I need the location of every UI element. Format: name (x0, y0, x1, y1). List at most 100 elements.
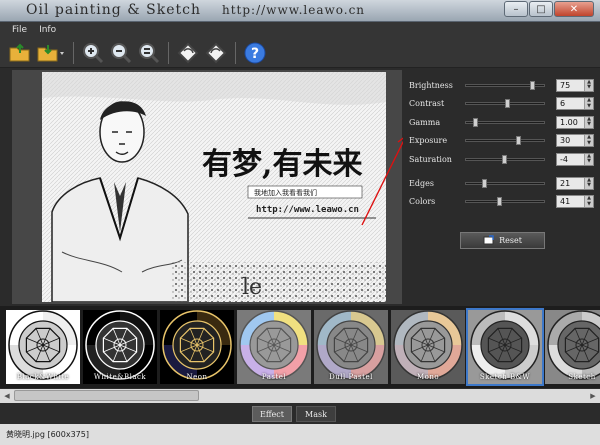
stepper-arrows-icon[interactable]: ▲ ▼ (584, 134, 593, 146)
effect-label: Dull Pastel (329, 373, 373, 381)
value-stepper-exposure[interactable]: 30 ▲ ▼ (556, 134, 594, 147)
window-title-url: http://www.leawo.cn (222, 3, 366, 17)
slider-label: Gamma (409, 117, 441, 127)
toolbar-separator (73, 41, 74, 64)
sketch-preview-image: le 有梦,有未来 我地加入我看看我们 http://www.leawo.cn (42, 72, 386, 302)
value-stepper-gamma[interactable]: 1.00 ▲ ▼ (556, 115, 594, 129)
stepper-arrows-icon[interactable]: ▲ ▼ (584, 79, 593, 91)
toolbar: ? (0, 38, 600, 68)
status-bar: 黄晓明.jpg [600x375] (0, 424, 600, 445)
stepper-value: 21 (560, 178, 571, 188)
rotate-left-icon[interactable] (176, 41, 200, 65)
effect-label: Pastel (261, 373, 287, 381)
image-url: http://www.leawo.cn (256, 205, 359, 215)
open-folder-icon[interactable] (8, 41, 32, 65)
adjustment-panel: Brightness 75 ▲ ▼ Contrast 6 ▲ ▼ Gamma 1.00 ▲ ▼ Expo… (403, 70, 600, 304)
slider-track-saturation[interactable] (465, 154, 545, 164)
stepper-arrows-icon[interactable]: ▲ ▼ (584, 116, 593, 128)
scroll-right-icon[interactable]: ▶ (587, 390, 599, 402)
value-stepper-saturation[interactable]: -4 ▲ ▼ (556, 152, 594, 166)
effect-label: White&Black (93, 373, 147, 381)
effect-label: Sketch B&W (479, 373, 531, 381)
slider-track-colors[interactable] (465, 197, 545, 206)
effect-thumbnail[interactable]: Black&White (6, 310, 80, 384)
reset-icon (483, 234, 495, 247)
slider-label: Saturation (409, 154, 452, 164)
slider-row-colors: Colors 41 ▲ ▼ (409, 195, 594, 209)
slider-track-contrast[interactable] (465, 99, 545, 108)
toolbar-separator (235, 41, 236, 64)
stepper-arrows-icon[interactable]: ▲ ▼ (584, 97, 593, 109)
stepper-arrows-icon[interactable]: ▲ ▼ (584, 195, 593, 207)
tab-bar: Effect Mask (0, 404, 600, 424)
slider-label: Contrast (409, 99, 445, 108)
value-stepper-colors[interactable]: 41 ▲ ▼ (556, 195, 594, 208)
menu-info[interactable]: Info (39, 25, 56, 35)
zoom-in-icon[interactable] (81, 41, 105, 65)
effect-label: Mono (416, 373, 440, 381)
slider-row-gamma: Gamma 1.00 ▲ ▼ (409, 115, 594, 129)
effect-label: Sketch (568, 373, 596, 381)
scroll-left-icon[interactable]: ◀ (1, 390, 13, 402)
image-subline: 我地加入我看看我们 (254, 188, 317, 197)
zoom-out-icon[interactable] (109, 41, 133, 65)
minimize-button[interactable]: – (504, 1, 528, 17)
stepper-value: 41 (560, 197, 571, 206)
slider-label: Edges (409, 178, 434, 188)
slider-label: Exposure (409, 136, 448, 145)
horizontal-scrollbar[interactable]: ◀ ▶ (0, 389, 600, 403)
effect-thumbnail[interactable]: Mono (391, 310, 465, 384)
close-button[interactable]: ✕ (554, 1, 594, 17)
slider-thumb[interactable] (529, 80, 535, 90)
menu-file[interactable]: File (12, 25, 27, 35)
maximize-button[interactable]: □ (529, 1, 553, 17)
slider-thumb[interactable] (516, 136, 522, 145)
window-title: Oil painting & Sketch (26, 2, 201, 18)
status-text: 黄晓明.jpg [600x375] (6, 430, 89, 439)
image-canvas[interactable]: le 有梦,有未来 我地加入我看看我们 http://www.leawo.cn (12, 70, 407, 304)
effect-thumbnail[interactable]: Sketch (545, 310, 600, 384)
save-icon[interactable] (36, 41, 66, 65)
effect-thumbnail-strip: Black&White White&Black Neon Pastel Dull Pas… (0, 306, 600, 388)
stepper-arrows-icon[interactable]: ▲ ▼ (584, 177, 593, 189)
slider-thumb[interactable] (473, 117, 479, 127)
image-headline: 有梦,有未来 (202, 147, 362, 182)
slider-row-saturation: Saturation -4 ▲ ▼ (409, 152, 594, 166)
tab-mask[interactable]: Mask (296, 406, 336, 422)
effect-thumbnail[interactable]: Pastel (237, 310, 311, 384)
slider-thumb[interactable] (501, 154, 507, 164)
slider-row-contrast: Contrast 6 ▲ ▼ (409, 97, 594, 111)
stepper-value: 6 (560, 99, 566, 108)
effect-thumbnail[interactable]: Dull Pastel (314, 310, 388, 384)
slider-track-exposure[interactable] (465, 136, 545, 145)
stepper-value: 75 (560, 80, 571, 90)
help-icon[interactable]: ? (243, 41, 267, 65)
slider-track-gamma[interactable] (465, 117, 545, 127)
slider-thumb[interactable] (505, 99, 511, 108)
slider-track-brightness[interactable] (465, 80, 545, 90)
title-bar: Oil painting & Sketch http://www.leawo.c… (0, 0, 600, 22)
stepper-value: 30 (560, 136, 571, 145)
effect-thumbnail[interactable]: White&Black (83, 310, 157, 384)
slider-track-edges[interactable] (465, 178, 545, 188)
slider-thumb[interactable] (497, 197, 503, 206)
window-controls: – □ ✕ (504, 1, 594, 17)
effect-label: Neon (186, 373, 208, 381)
slider-thumb[interactable] (482, 178, 488, 188)
tab-effect[interactable]: Effect (252, 406, 292, 422)
rotate-right-icon[interactable] (204, 41, 228, 65)
reset-label: Reset (499, 236, 522, 245)
reset-button[interactable]: Reset (460, 232, 545, 249)
value-stepper-contrast[interactable]: 6 ▲ ▼ (556, 97, 594, 110)
scrollbar-thumb[interactable] (14, 390, 199, 401)
value-stepper-edges[interactable]: 21 ▲ ▼ (556, 176, 594, 190)
effect-thumbnail[interactable]: Neon (160, 310, 234, 384)
effect-thumbnail[interactable]: Sketch B&W (466, 308, 544, 386)
value-stepper-brightness[interactable]: 75 ▲ ▼ (556, 78, 594, 92)
svg-text:?: ? (251, 46, 259, 62)
stepper-value: 1.00 (560, 117, 578, 127)
stepper-arrows-icon[interactable]: ▲ ▼ (584, 153, 593, 165)
toolbar-separator (168, 41, 169, 64)
slider-label: Brightness (409, 80, 453, 90)
zoom-fit-icon[interactable] (137, 41, 161, 65)
